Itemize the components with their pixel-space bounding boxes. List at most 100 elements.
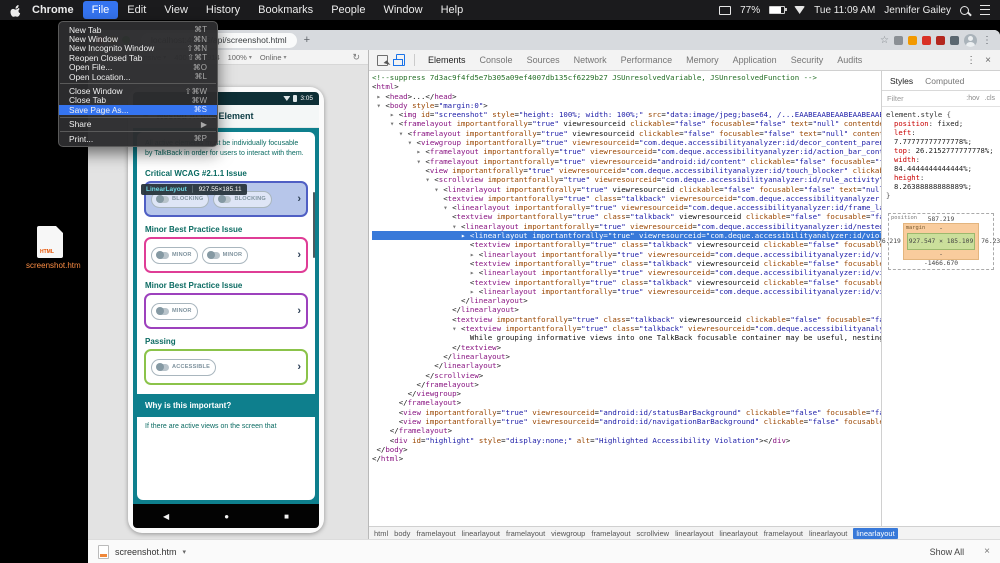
elements-tree-line[interactable]: <textview importantforally="true" class=… bbox=[372, 240, 881, 249]
css-property[interactable]: left: 7.77777777777778%; bbox=[886, 128, 996, 146]
profile-avatar[interactable] bbox=[964, 34, 977, 47]
elements-tree-line[interactable]: <textview importantforally="true" class=… bbox=[372, 278, 881, 287]
show-all-button[interactable]: Show All bbox=[930, 547, 965, 557]
rotate-device-icon[interactable]: ↻ bbox=[352, 52, 360, 63]
css-property[interactable]: height: 8.26388888888889%; bbox=[886, 173, 996, 191]
elements-tree-line[interactable]: </framelayout> bbox=[372, 398, 881, 407]
devtools-tab-sources[interactable]: Sources bbox=[520, 52, 567, 68]
breadcrumb-item[interactable]: viewgroup bbox=[551, 529, 585, 538]
file-menu-item[interactable]: Open File...⌘O bbox=[59, 63, 217, 72]
elements-tree[interactable]: <!--suppress 7d3ac9f4fd5e7b305a09ef4007d… bbox=[369, 71, 881, 526]
new-tab-button[interactable]: + bbox=[304, 34, 310, 46]
extension-icon-3[interactable] bbox=[922, 36, 931, 45]
notification-center-icon[interactable] bbox=[980, 5, 990, 15]
devtools-tab-elements[interactable]: Elements bbox=[421, 52, 473, 68]
elements-tree-line[interactable]: </viewgroup> bbox=[372, 389, 881, 398]
elements-tree-line[interactable]: </framelayout> bbox=[372, 426, 881, 435]
file-menu-item[interactable]: Close Tab⌘W bbox=[59, 96, 217, 105]
elements-tree-line[interactable]: <div id="highlight" style="display:none;… bbox=[372, 436, 881, 445]
css-property[interactable]: top: 26.2152777777778%; bbox=[886, 146, 996, 155]
css-selector[interactable]: element.style bbox=[886, 110, 942, 119]
elements-tree-line[interactable]: <textview importantforally="true" class=… bbox=[372, 194, 881, 203]
breadcrumb-item[interactable]: html bbox=[374, 529, 388, 538]
elements-tree-line[interactable]: ▸ <framelayout importantforally="true" v… bbox=[372, 147, 881, 156]
extension-icon-2[interactable] bbox=[908, 36, 917, 45]
chevron-right-icon[interactable]: › bbox=[297, 194, 301, 205]
breadcrumb-item[interactable]: linearlayout bbox=[675, 529, 713, 538]
devtools-tab-console[interactable]: Console bbox=[473, 52, 520, 68]
breadcrumb-item[interactable]: framelayout bbox=[416, 529, 455, 538]
inspect-element-icon[interactable] bbox=[377, 55, 388, 66]
styles-filter-input[interactable]: Filter bbox=[887, 94, 904, 103]
elements-tree-line[interactable]: ▸ <img id="screenshot" style="height: 10… bbox=[372, 110, 881, 119]
elements-tree-line[interactable]: <textview importantforally="true" class=… bbox=[372, 315, 881, 324]
devtools-tab-security[interactable]: Security bbox=[784, 52, 831, 68]
file-menu-item[interactable]: New Tab⌘T bbox=[59, 25, 217, 34]
download-caret-icon[interactable]: ▾ bbox=[183, 548, 187, 556]
wifi-icon[interactable] bbox=[794, 6, 805, 14]
file-menu-item[interactable]: Close Window⇧⌘W bbox=[59, 86, 217, 95]
elements-tree-line[interactable]: ▾ <scrollview importantforally="true" vi… bbox=[372, 175, 881, 184]
devtools-menu-icon[interactable]: ⋮ bbox=[966, 55, 976, 66]
issue-box[interactable]: ACCESSIBLE› bbox=[144, 349, 308, 385]
breadcrumb-item[interactable]: linearlayout bbox=[719, 529, 757, 538]
elements-tree-line[interactable]: ▸ <linearlayout importantforally="true" … bbox=[372, 250, 881, 259]
elements-tree-line[interactable]: ▾ <viewgroup importantforally="true" vie… bbox=[372, 138, 881, 147]
file-menu-item[interactable]: Share▶ bbox=[59, 120, 217, 129]
device-toolbar-toggle-icon[interactable] bbox=[396, 54, 405, 66]
chevron-right-icon[interactable]: › bbox=[297, 362, 301, 373]
breadcrumb-item[interactable]: linearlayout bbox=[462, 529, 500, 538]
elements-tree-line[interactable]: <textview importantforally="true" class=… bbox=[372, 259, 881, 268]
file-menu-item[interactable]: Print...⌘P bbox=[59, 134, 217, 143]
elements-tree-line[interactable]: <!--suppress 7d3ac9f4fd5e7b305a09ef4007d… bbox=[372, 73, 881, 82]
elements-tree-line[interactable]: </linearlayout> bbox=[372, 296, 881, 305]
menu-people[interactable]: People bbox=[322, 1, 374, 19]
desktop-file-icon[interactable]: HTML screenshot.htm bbox=[26, 226, 74, 270]
menu-history[interactable]: History bbox=[197, 1, 249, 19]
hov-toggle[interactable]: :hov bbox=[966, 95, 979, 102]
breadcrumb-item[interactable]: linearlayout bbox=[809, 529, 847, 538]
devtools-tab-application[interactable]: Application bbox=[726, 52, 784, 68]
devtools-tab-performance[interactable]: Performance bbox=[614, 52, 680, 68]
breadcrumb-item[interactable]: framelayout bbox=[591, 529, 630, 538]
download-file-name[interactable]: screenshot.htm bbox=[115, 547, 177, 557]
tab-computed[interactable]: Computed bbox=[919, 74, 970, 88]
display-mirroring-icon[interactable] bbox=[719, 6, 731, 15]
menu-window[interactable]: Window bbox=[374, 1, 431, 19]
issue-box[interactable]: MINOR› bbox=[144, 293, 308, 329]
elements-tree-line[interactable]: </framelayout> bbox=[372, 380, 881, 389]
android-recents-button[interactable]: ■ bbox=[284, 512, 289, 521]
extension-icon-5[interactable] bbox=[950, 36, 959, 45]
elements-tree-line[interactable]: <view importantforally="true" viewresour… bbox=[372, 417, 881, 426]
elements-tree-line[interactable]: ▾ <linearlayout importantforally="true" … bbox=[372, 203, 881, 212]
apple-menu[interactable] bbox=[10, 4, 21, 17]
toggle-minor[interactable]: MINOR bbox=[151, 303, 198, 320]
bookmark-star-icon[interactable]: ☆ bbox=[880, 35, 889, 46]
menu-edit[interactable]: Edit bbox=[118, 1, 155, 19]
android-back-button[interactable]: ◀ bbox=[163, 512, 169, 521]
menu-file[interactable]: File bbox=[83, 1, 119, 19]
elements-tree-line[interactable]: </linearlayout> bbox=[372, 305, 881, 314]
spotlight-icon[interactable] bbox=[960, 6, 969, 15]
file-menu-item[interactable]: New Incognito Window⇧⌘N bbox=[59, 44, 217, 53]
devtools-tab-memory[interactable]: Memory bbox=[679, 52, 726, 68]
browser-menu-icon[interactable]: ⋮ bbox=[982, 35, 992, 46]
elements-tree-line[interactable]: ▾ <linearlayout importantforally="true" … bbox=[372, 185, 881, 194]
elements-tree-line[interactable]: ▸ <linearlayout importantforally="true" … bbox=[372, 268, 881, 277]
toggle-minor[interactable]: MINOR bbox=[202, 247, 249, 264]
file-menu-item[interactable]: Save Page As...⌘S bbox=[59, 105, 217, 114]
app-menu-chrome[interactable]: Chrome bbox=[23, 4, 83, 16]
file-menu-item[interactable]: Reopen Closed Tab⇧⌘T bbox=[59, 53, 217, 62]
menu-help[interactable]: Help bbox=[432, 1, 473, 19]
elements-tree-line[interactable]: ▾ <framelayout importantforally="true" v… bbox=[372, 129, 881, 138]
why-important-header[interactable]: Why is this important? bbox=[137, 394, 315, 417]
scrollbar-thumb[interactable] bbox=[313, 192, 315, 258]
elements-tree-line[interactable]: ▾ <textview importantforally="true" clas… bbox=[372, 324, 881, 333]
menubar-clock[interactable]: Tue 11:09 AM bbox=[814, 5, 875, 16]
elements-tree-line[interactable]: ▸ <linearlayout importantforally="true" … bbox=[372, 287, 881, 296]
elements-tree-line[interactable]: </linearlayout> bbox=[372, 361, 881, 370]
file-menu-item[interactable]: New Window⌘N bbox=[59, 34, 217, 43]
elements-tree-line[interactable]: <html> bbox=[372, 82, 881, 91]
elements-tree-line[interactable]: </linearlayout> bbox=[372, 352, 881, 361]
elements-tree-line[interactable]: ▸ <linearlayout importantforally="true" … bbox=[372, 231, 881, 240]
